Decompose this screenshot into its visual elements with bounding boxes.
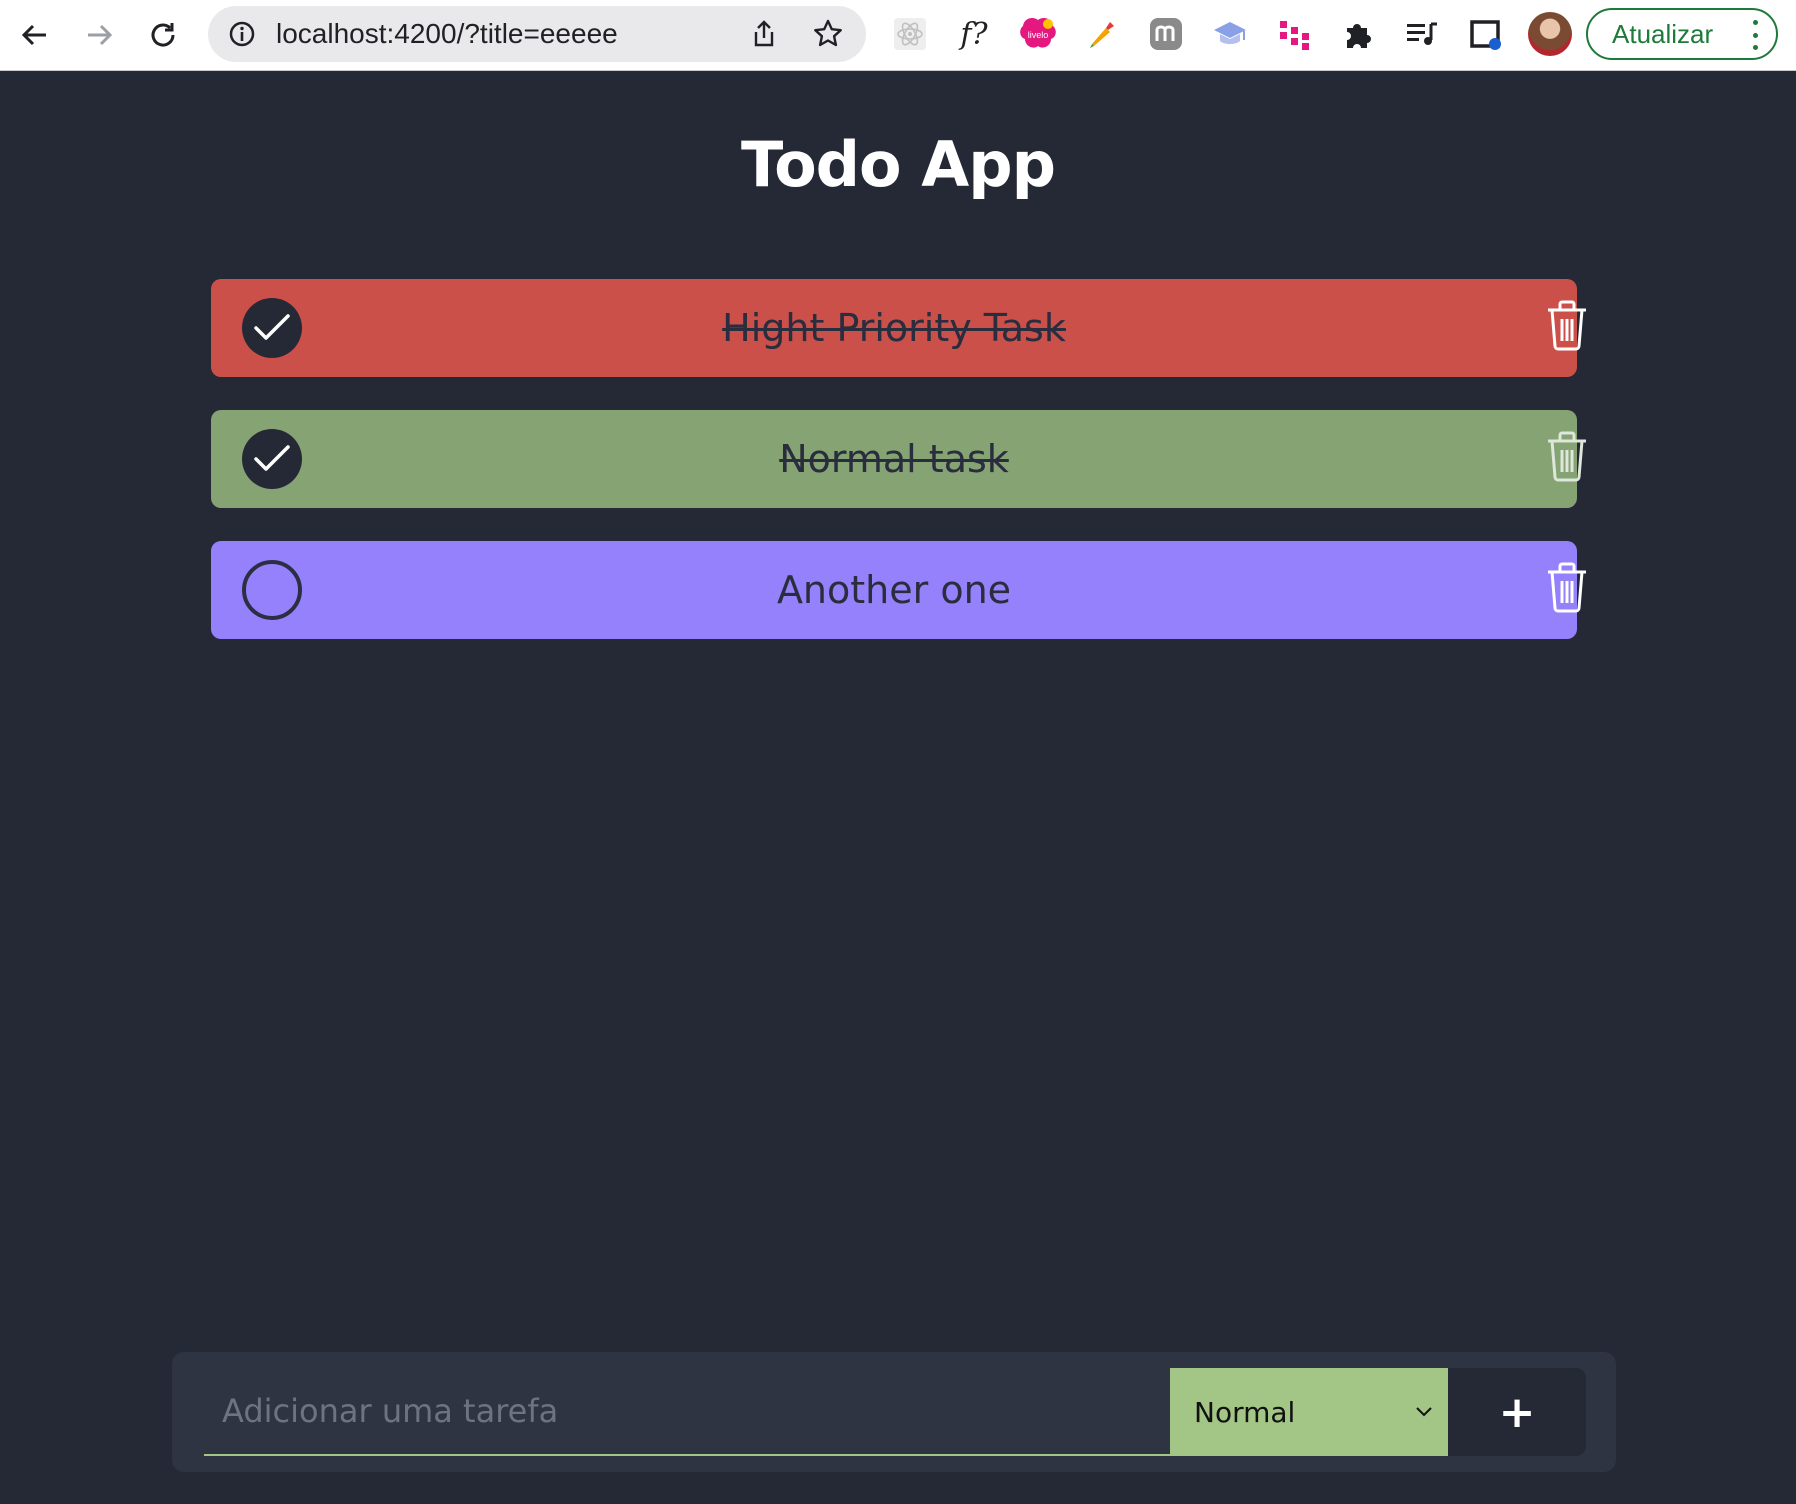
- livelo-icon[interactable]: livelo: [1018, 14, 1058, 54]
- task-label: Hight Priority Task: [722, 306, 1066, 350]
- address-bar[interactable]: localhost:4200/?title=eeeee: [208, 6, 866, 62]
- trash-icon[interactable]: [1545, 561, 1589, 613]
- graduation-cap-icon[interactable]: [1210, 14, 1250, 54]
- m-extension-icon[interactable]: [1146, 14, 1186, 54]
- window-icon[interactable]: [1466, 14, 1506, 54]
- priority-selected-value: Normal: [1194, 1395, 1296, 1429]
- profile-avatar[interactable]: [1528, 12, 1572, 56]
- forward-button[interactable]: [76, 12, 122, 58]
- dots-extension-icon[interactable]: [1274, 14, 1314, 54]
- media-queue-icon[interactable]: [1402, 14, 1442, 54]
- plus-icon: +: [1498, 1386, 1536, 1438]
- add-task-button[interactable]: +: [1448, 1368, 1586, 1456]
- add-task-input[interactable]: [204, 1368, 1172, 1456]
- fontfinder-icon[interactable]: f?: [954, 14, 994, 54]
- more-vert-icon[interactable]: [1752, 20, 1758, 50]
- task-item-normal: Normal task: [211, 410, 1586, 508]
- task-label: Normal task: [779, 437, 1009, 481]
- arrow-right-icon: [88, 24, 113, 46]
- react-devtools-icon[interactable]: [890, 14, 930, 54]
- bookmark-star-icon[interactable]: [812, 18, 844, 50]
- arrow-left-icon: [21, 24, 46, 46]
- trash-icon[interactable]: [1545, 299, 1589, 351]
- update-button[interactable]: Atualizar: [1586, 8, 1778, 60]
- share-icon[interactable]: [748, 18, 780, 50]
- puzzle-icon[interactable]: [1338, 14, 1378, 54]
- trash-icon[interactable]: [1545, 430, 1589, 482]
- add-task-bar: Normal +: [172, 1352, 1616, 1472]
- priority-select[interactable]: Normal: [1170, 1368, 1448, 1456]
- update-button-label: Atualizar: [1612, 18, 1714, 49]
- reload-button[interactable]: [140, 12, 186, 58]
- url-text[interactable]: localhost:4200/?title=eeeee: [276, 6, 618, 62]
- page-title: Todo App: [741, 128, 1056, 201]
- browser-toolbar: localhost:4200/?title=eeeee f? livelo At…: [0, 0, 1796, 71]
- svg-text:livelo: livelo: [1028, 30, 1049, 40]
- back-button[interactable]: [12, 12, 58, 58]
- task-item-low: Another one: [211, 541, 1586, 639]
- task-label: Another one: [776, 568, 1012, 612]
- reload-icon: [151, 23, 175, 47]
- colorpicker-icon[interactable]: [1082, 14, 1122, 54]
- info-icon[interactable]: [228, 20, 256, 48]
- task-item-high: Hight Priority Task: [211, 279, 1586, 377]
- chevron-down-icon: [1416, 1407, 1432, 1417]
